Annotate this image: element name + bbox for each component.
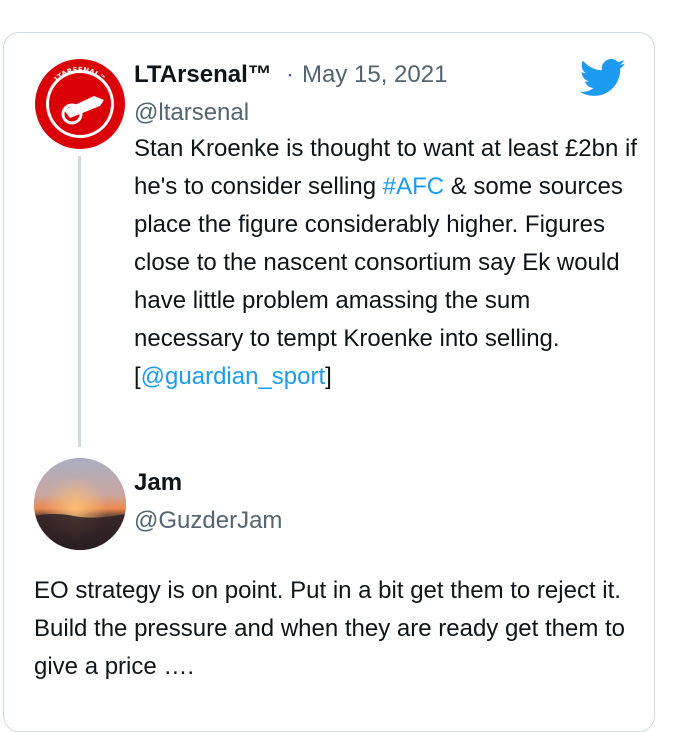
quoted-author-name[interactable]: LTArsenal™ [134, 60, 272, 90]
quoted-author-handle[interactable]: @ltarsenal [134, 98, 249, 128]
guzderjam-avatar[interactable] [34, 458, 126, 550]
arsenal-cannon-logo-icon: LTARSENAL™ [35, 59, 125, 149]
tweet-text-part: ] [325, 363, 332, 390]
tweet-date[interactable]: May 15, 2021 [302, 60, 447, 90]
sunset-photo-avatar-icon [34, 458, 126, 550]
quoted-tweet-text: Stan Kroenke is thought to want at least… [134, 130, 639, 396]
twitter-bird-icon[interactable] [580, 58, 626, 98]
reply-author-handle[interactable]: @GuzderJam [134, 506, 282, 536]
reply-author-name[interactable]: Jam [134, 468, 182, 498]
ltarsenal-avatar[interactable]: LTARSENAL™ [34, 58, 126, 150]
tweet-text-part: & some sources place the figure consider… [134, 173, 623, 390]
reply-text: EO strategy is on point. Put in a bit ge… [34, 577, 626, 680]
meta-separator: · [286, 61, 294, 88]
mention-link[interactable]: @guardian_sport [141, 363, 325, 390]
hashtag-link[interactable]: #AFC [383, 173, 444, 200]
thread-connector-line [78, 156, 81, 447]
